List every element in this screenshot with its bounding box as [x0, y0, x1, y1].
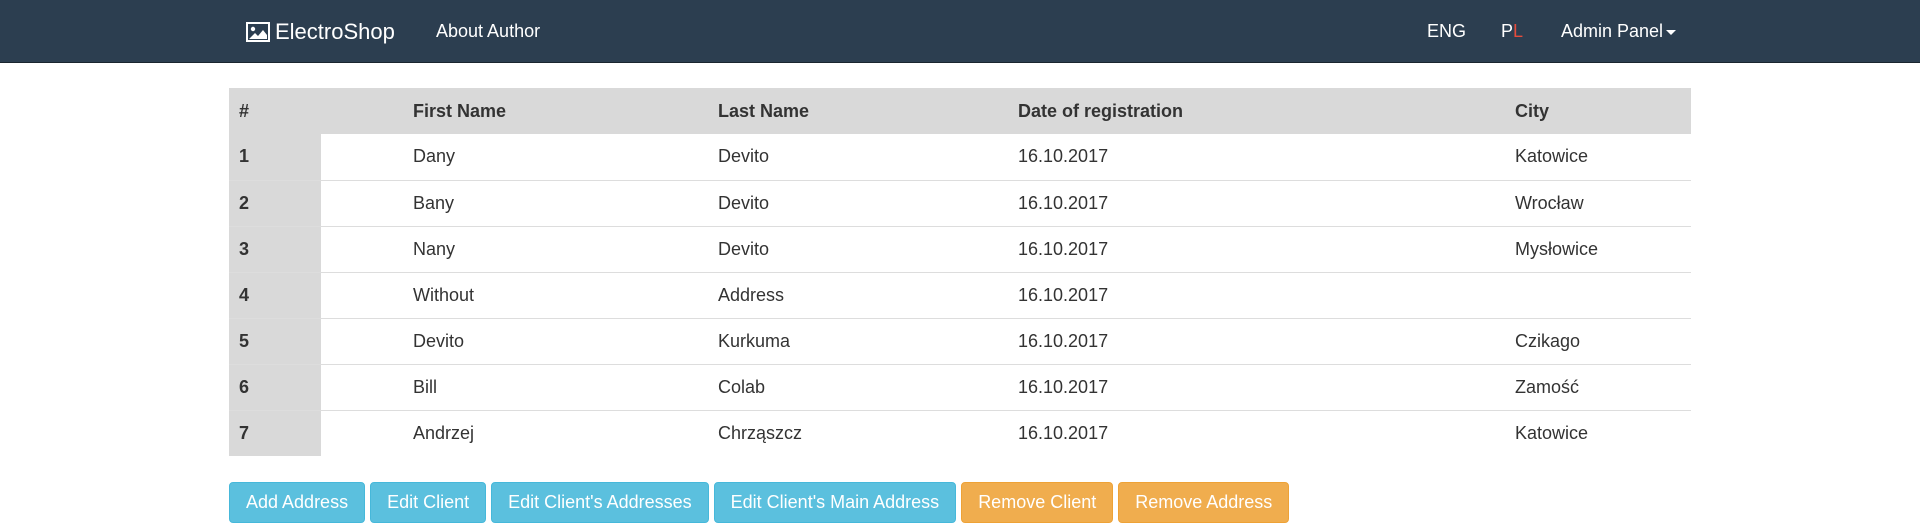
- cell-date: 16.10.2017: [1018, 192, 1109, 213]
- cell-city: Wrocław: [1515, 192, 1584, 213]
- language-pl-link[interactable]: PL: [1501, 0, 1523, 63]
- cell-date: 16.10.2017: [1018, 422, 1109, 443]
- cell-number: 3: [229, 226, 321, 272]
- cell-date: 16.10.2017: [1018, 376, 1109, 397]
- table-row[interactable]: 7 Andrzej Chrząszcz 16.10.2017 Katowice: [229, 410, 1691, 456]
- cell-first-name: Nany: [413, 238, 456, 259]
- cell-number: 4: [229, 272, 321, 318]
- cell-number: 1: [229, 134, 321, 180]
- cell-last-name: Devito: [718, 146, 770, 167]
- header-date-of-registration: Date of registration: [926, 88, 1423, 134]
- header-number: #: [229, 88, 321, 134]
- cell-first-name: Bany: [413, 192, 455, 213]
- cell-number: 2: [229, 180, 321, 226]
- clients-table: # First Name Last Name Date of registrat…: [229, 88, 1691, 456]
- admin-panel-dropdown[interactable]: Admin Panel: [1561, 0, 1677, 63]
- cell-last-name: Devito: [718, 238, 770, 259]
- cell-last-name: Address: [718, 284, 785, 305]
- cell-city: Czikago: [1515, 330, 1581, 351]
- cell-city: Katowice: [1515, 422, 1589, 443]
- header-first-name: First Name: [321, 88, 626, 134]
- cell-date: 16.10.2017: [1018, 146, 1109, 167]
- action-buttons: Add Address Edit Client Edit Client's Ad…: [229, 482, 1290, 523]
- cell-city: Zamość: [1515, 376, 1580, 397]
- admin-panel-label: Admin Panel: [1561, 21, 1664, 41]
- clients-table-container: # First Name Last Name Date of registrat…: [229, 88, 1691, 456]
- cell-last-name: Colab: [718, 376, 766, 397]
- cell-number: 5: [229, 318, 321, 364]
- cell-city: Katowice: [1515, 146, 1589, 167]
- language-eng-link[interactable]: ENG: [1427, 0, 1466, 63]
- header-city: City: [1423, 88, 1691, 134]
- table-row[interactable]: 5 Devito Kurkuma 16.10.2017 Czikago: [229, 318, 1691, 364]
- edit-client-button[interactable]: Edit Client: [370, 482, 487, 523]
- cell-number: 7: [229, 410, 321, 456]
- edit-client-main-address-button[interactable]: Edit Client's Main Address: [713, 482, 957, 523]
- cell-date: 16.10.2017: [1018, 330, 1109, 351]
- table-row[interactable]: 2 Bany Devito 16.10.2017 Wrocław: [229, 180, 1691, 226]
- edit-client-addresses-button[interactable]: Edit Client's Addresses: [491, 482, 709, 523]
- image-icon: [246, 21, 270, 42]
- brand-name: ElectroShop: [275, 18, 395, 44]
- table-row[interactable]: 6 Bill Colab 16.10.2017 Zamość: [229, 364, 1691, 410]
- cell-first-name: Devito: [413, 330, 465, 351]
- brand-link[interactable]: ElectroShop: [246, 0, 395, 63]
- cell-first-name: Andrzej: [413, 422, 475, 443]
- caret-down-icon: [1666, 30, 1677, 35]
- remove-client-button[interactable]: Remove Client: [961, 482, 1114, 523]
- about-author-link[interactable]: About Author: [436, 0, 540, 63]
- table-row[interactable]: 1 Dany Devito 16.10.2017 Katowice: [229, 134, 1691, 180]
- cell-date: 16.10.2017: [1018, 238, 1109, 259]
- cell-date: 16.10.2017: [1018, 284, 1109, 305]
- table-header-row: # First Name Last Name Date of registrat…: [229, 88, 1691, 134]
- header-last-name: Last Name: [626, 88, 926, 134]
- cell-last-name: Chrząszcz: [718, 422, 803, 443]
- navbar: ElectroShop About Author ENG PL Admin Pa…: [0, 0, 1920, 63]
- remove-address-button[interactable]: Remove Address: [1118, 482, 1290, 523]
- cell-first-name: Bill: [413, 376, 438, 397]
- language-pl-l: L: [1513, 21, 1524, 41]
- add-address-button[interactable]: Add Address: [229, 482, 366, 523]
- cell-last-name: Devito: [718, 192, 770, 213]
- cell-first-name: Dany: [413, 146, 456, 167]
- cell-city: [1423, 272, 1691, 318]
- cell-last-name: Kurkuma: [718, 330, 791, 351]
- cell-first-name: Without: [413, 284, 475, 305]
- cell-city: Mysłowice: [1515, 238, 1599, 259]
- table-row[interactable]: 4 Without Address 16.10.2017: [229, 272, 1691, 318]
- table-row[interactable]: 3 Nany Devito 16.10.2017 Mysłowice: [229, 226, 1691, 272]
- cell-number: 6: [229, 364, 321, 410]
- language-pl-p: P: [1501, 21, 1514, 41]
